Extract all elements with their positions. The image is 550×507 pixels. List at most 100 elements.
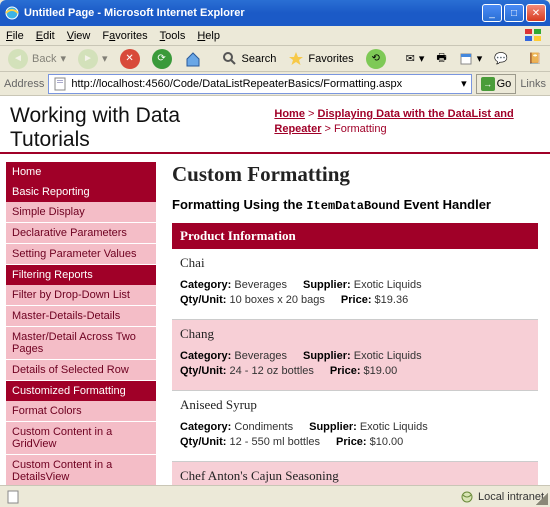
page-body: HomeBasic ReportingSimple DisplayDeclara…	[0, 154, 550, 485]
search-label: Search	[242, 53, 277, 65]
zone-label: Local intranet	[478, 491, 544, 503]
forward-button[interactable]: ► ▾	[74, 48, 112, 70]
page-icon	[53, 77, 67, 91]
nav-item[interactable]: Custom Content in a GridView	[6, 422, 156, 455]
refresh-icon: ⟳	[152, 49, 172, 69]
maximize-button[interactable]: □	[504, 4, 524, 22]
chevron-down-icon: ▾	[419, 52, 425, 65]
mail-icon: ✉	[406, 52, 415, 65]
minimize-button[interactable]: _	[482, 4, 502, 22]
product-name: Chef Anton's Cajun Seasoning	[180, 468, 530, 484]
subheading-a: Formatting Using the	[172, 197, 306, 212]
history-icon: ⟲	[366, 49, 386, 69]
toolbar: ◄ Back ▾ ► ▾ ✕ ⟳ Search Favorites ⟲ ✉▾ 🖶…	[0, 46, 550, 72]
nav-item[interactable]: Details of Selected Row	[6, 360, 156, 381]
links-label[interactable]: Links	[520, 78, 546, 90]
chevron-down-icon: ▾	[102, 52, 108, 65]
product-name: Aniseed Syrup	[180, 397, 530, 413]
research-icon: 📔	[528, 52, 542, 65]
nav-item[interactable]: Simple Display	[6, 202, 156, 223]
breadcrumb-section[interactable]: Displaying Data with the DataList and Re…	[274, 108, 513, 135]
subheading: Formatting Using the ItemDataBound Event…	[172, 197, 538, 213]
address-input[interactable]: http://localhost:4560/Code/DataListRepea…	[48, 74, 471, 94]
page-viewport: Working with Data Tutorials Home > Displ…	[0, 96, 550, 485]
mail-button[interactable]: ✉▾	[402, 48, 429, 70]
nav-item[interactable]: Master/Detail Across Two Pages	[6, 327, 156, 360]
discuss-icon: 💬	[494, 52, 508, 65]
research-button[interactable]: 📔	[524, 48, 546, 70]
product-item: ChaiCategory: BeveragesSupplier: Exotic …	[172, 249, 538, 320]
back-icon: ◄	[8, 49, 28, 69]
back-label: Back	[32, 53, 56, 65]
chevron-down-icon: ▾	[477, 52, 483, 65]
home-icon	[184, 50, 202, 68]
section-header: Product Information	[172, 223, 538, 249]
discuss-button[interactable]: 💬	[490, 48, 512, 70]
star-icon	[288, 51, 304, 67]
search-button[interactable]: Search	[218, 48, 281, 70]
address-bar: Address http://localhost:4560/Code/DataL…	[0, 72, 550, 96]
go-button[interactable]: → Go	[476, 74, 517, 94]
breadcrumb: Home > Displaying Data with the DataList…	[274, 104, 540, 138]
address-url: http://localhost:4560/Code/DataListRepea…	[71, 78, 457, 90]
page-title: Custom Formatting	[172, 162, 538, 187]
print-button[interactable]: 🖶	[432, 48, 450, 70]
zone-icon	[460, 490, 474, 504]
go-icon: →	[481, 77, 495, 91]
windows-logo-icon	[524, 28, 544, 44]
menubar: File Edit View Favorites Tools Help	[0, 26, 550, 46]
back-button[interactable]: ◄ Back ▾	[4, 48, 70, 70]
nav-item[interactable]: Filter by Drop-Down List	[6, 285, 156, 306]
ie-icon	[4, 5, 20, 21]
nav-item[interactable]: Declarative Parameters	[6, 223, 156, 244]
refresh-button[interactable]: ⟳	[148, 48, 176, 70]
address-label: Address	[4, 78, 44, 90]
nav-header[interactable]: Customized Formatting	[6, 381, 156, 401]
site-title: Working with Data Tutorials	[10, 104, 264, 152]
menu-view[interactable]: View	[67, 30, 91, 42]
nav-header[interactable]: Basic Reporting	[6, 182, 156, 202]
menu-file[interactable]: File	[6, 30, 24, 42]
nav-item[interactable]: Custom Content in a DetailsView	[6, 455, 156, 485]
product-list: ChaiCategory: BeveragesSupplier: Exotic …	[172, 249, 538, 485]
resize-grip[interactable]	[536, 493, 548, 505]
status-done-icon	[6, 490, 26, 504]
favorites-label: Favorites	[308, 53, 353, 65]
stop-icon: ✕	[120, 49, 140, 69]
edit-button[interactable]: ▾	[455, 48, 487, 70]
home-button[interactable]	[180, 48, 206, 70]
history-button[interactable]: ⟲	[362, 48, 390, 70]
content: Custom Formatting Formatting Using the I…	[160, 154, 550, 485]
product-item: Aniseed SyrupCategory: CondimentsSupplie…	[172, 391, 538, 462]
chevron-down-icon: ▾	[60, 52, 66, 65]
nav-item[interactable]: Setting Parameter Values	[6, 244, 156, 265]
status-bar: Local intranet	[0, 485, 550, 507]
nav-header[interactable]: Filtering Reports	[6, 265, 156, 285]
menu-tools[interactable]: Tools	[160, 30, 186, 42]
window-title: Untitled Page - Microsoft Internet Explo…	[24, 7, 245, 19]
nav-item[interactable]: Master-Details-Details	[6, 306, 156, 327]
search-icon	[222, 51, 238, 67]
close-button[interactable]: ✕	[526, 4, 546, 22]
product-item: ChangCategory: BeveragesSupplier: Exotic…	[172, 320, 538, 391]
sidebar-nav: HomeBasic ReportingSimple DisplayDeclara…	[0, 154, 160, 485]
forward-icon: ►	[78, 49, 98, 69]
menu-favorites[interactable]: Favorites	[102, 30, 147, 42]
product-name: Chang	[180, 326, 530, 342]
print-icon: 🖶	[436, 49, 446, 68]
menu-edit[interactable]: Edit	[36, 30, 55, 42]
nav-item[interactable]: Format Colors	[6, 401, 156, 422]
menu-help[interactable]: Help	[197, 30, 220, 42]
breadcrumb-current: Formatting	[334, 123, 387, 135]
subheading-b: Event Handler	[400, 197, 491, 212]
window-titlebar: Untitled Page - Microsoft Internet Explo…	[0, 0, 550, 26]
favorites-button[interactable]: Favorites	[284, 48, 357, 70]
nav-header[interactable]: Home	[6, 162, 156, 182]
product-item: Chef Anton's Cajun SeasoningCategory: Co…	[172, 462, 538, 485]
go-label: Go	[497, 78, 512, 90]
stop-button[interactable]: ✕	[116, 48, 144, 70]
chevron-down-icon[interactable]: ▾	[461, 77, 467, 90]
subheading-mono: ItemDataBound	[306, 199, 400, 213]
breadcrumb-home[interactable]: Home	[274, 108, 305, 120]
product-name: Chai	[180, 255, 530, 271]
